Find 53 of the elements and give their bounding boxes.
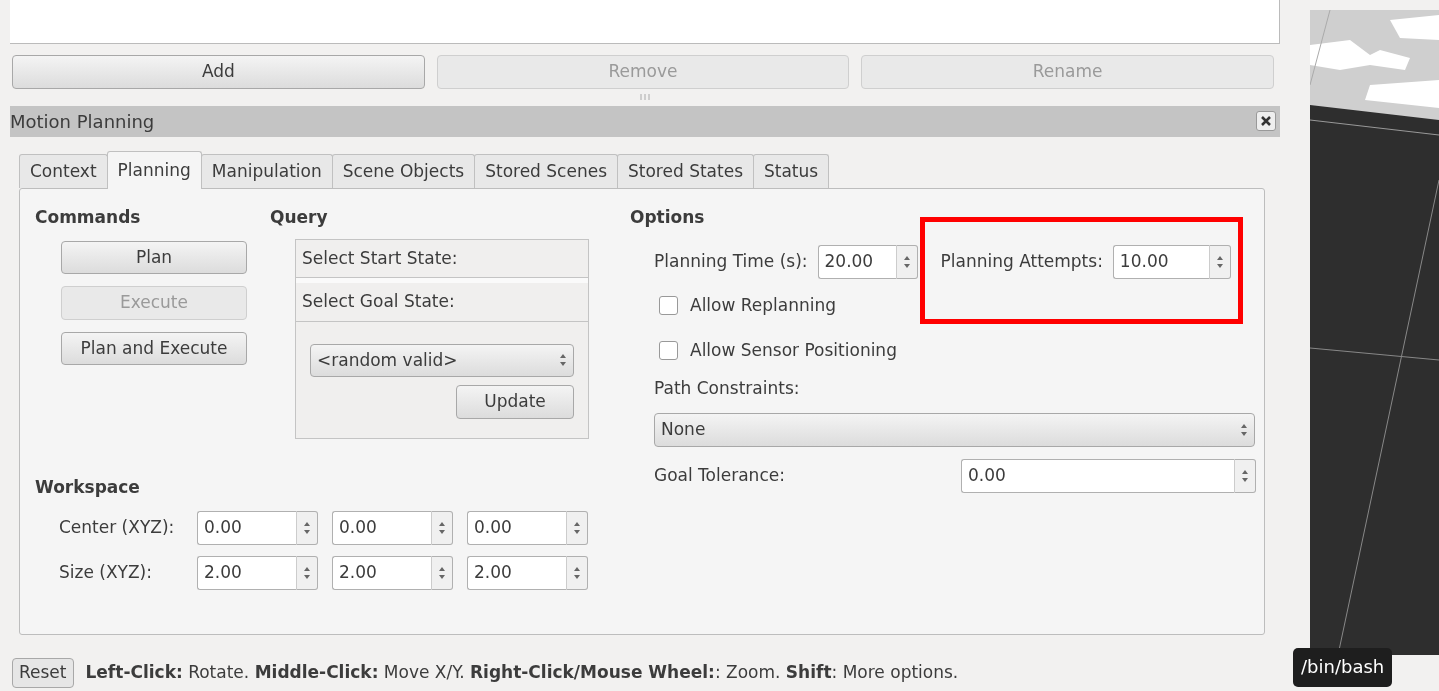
reset-button[interactable]: Reset bbox=[12, 658, 74, 688]
field-label: Size (XYZ): bbox=[59, 561, 153, 585]
tab[interactable]: Status bbox=[753, 153, 830, 188]
panel-title: Motion Planning bbox=[10, 109, 155, 134]
checkbox[interactable] bbox=[659, 295, 678, 315]
section-heading: Workspace bbox=[35, 475, 141, 499]
update-button[interactable]: Update bbox=[456, 385, 574, 419]
section-heading: Options bbox=[630, 206, 706, 229]
field-label: Center (XYZ): bbox=[59, 516, 176, 540]
spin-buttons[interactable] bbox=[566, 556, 588, 590]
section-heading: Query bbox=[270, 206, 329, 229]
spin-buttons[interactable] bbox=[296, 556, 318, 590]
field-label: Planning Attempts: bbox=[940, 249, 1103, 273]
checkbox-label: Allow Sensor Positioning bbox=[690, 339, 897, 362]
section-heading: Commands bbox=[35, 206, 142, 229]
goal-state-label: Select Goal State: bbox=[296, 278, 588, 322]
number-field[interactable]: 0.00 bbox=[332, 511, 431, 545]
spin-buttons[interactable] bbox=[1208, 244, 1231, 279]
tab[interactable]: Manipulation bbox=[200, 153, 333, 188]
number-field[interactable]: 0.00 bbox=[467, 511, 566, 545]
number-field[interactable]: 10.00 bbox=[1112, 244, 1209, 279]
checkbox[interactable] bbox=[659, 341, 678, 361]
number-field[interactable]: 0.00 bbox=[961, 458, 1234, 493]
splitter-grip-icon[interactable] bbox=[640, 94, 650, 100]
number-field[interactable]: 2.00 bbox=[197, 556, 296, 590]
status-hint: Left-Click: Rotate. Middle-Click: Move X/Y. Right-Click/Mouse Wheel:: Zoom. Shift: More options. bbox=[85, 661, 959, 685]
number-field[interactable]: 2.00 bbox=[467, 556, 566, 590]
spin-buttons[interactable] bbox=[1234, 458, 1256, 493]
toolbar-button[interactable]: Add bbox=[12, 55, 425, 89]
field-label: Planning Time (s): bbox=[654, 249, 808, 273]
field-label: Goal Tolerance: bbox=[654, 463, 786, 487]
tab[interactable]: Context bbox=[19, 153, 108, 188]
number-field[interactable]: 2.00 bbox=[332, 556, 431, 590]
number-field[interactable]: 0.00 bbox=[197, 511, 296, 545]
spin-buttons[interactable] bbox=[296, 511, 318, 545]
close-icon bbox=[1261, 116, 1271, 126]
tab[interactable]: Stored States bbox=[617, 153, 754, 188]
spin-buttons[interactable] bbox=[431, 556, 453, 590]
path-constraints-dropdown[interactable]: None bbox=[654, 413, 1255, 447]
spin-buttons[interactable] bbox=[431, 511, 453, 545]
tab[interactable]: Planning bbox=[106, 150, 202, 189]
close-button[interactable] bbox=[1256, 111, 1276, 131]
tooltip: /bin/bash bbox=[1293, 648, 1393, 687]
field-label: Path Constraints: bbox=[654, 376, 801, 400]
command-button[interactable]: Plan and Execute bbox=[61, 331, 247, 365]
spin-buttons[interactable] bbox=[895, 244, 918, 279]
tab[interactable]: Scene Objects bbox=[331, 153, 476, 188]
checkbox-label: Allow Replanning bbox=[690, 293, 837, 317]
command-button[interactable]: Plan bbox=[61, 240, 247, 274]
tab[interactable]: Stored Scenes bbox=[474, 153, 618, 188]
number-field[interactable]: 20.00 bbox=[817, 244, 896, 279]
goal-state-dropdown[interactable]: <random valid> bbox=[310, 343, 574, 377]
spin-buttons[interactable] bbox=[566, 511, 588, 545]
